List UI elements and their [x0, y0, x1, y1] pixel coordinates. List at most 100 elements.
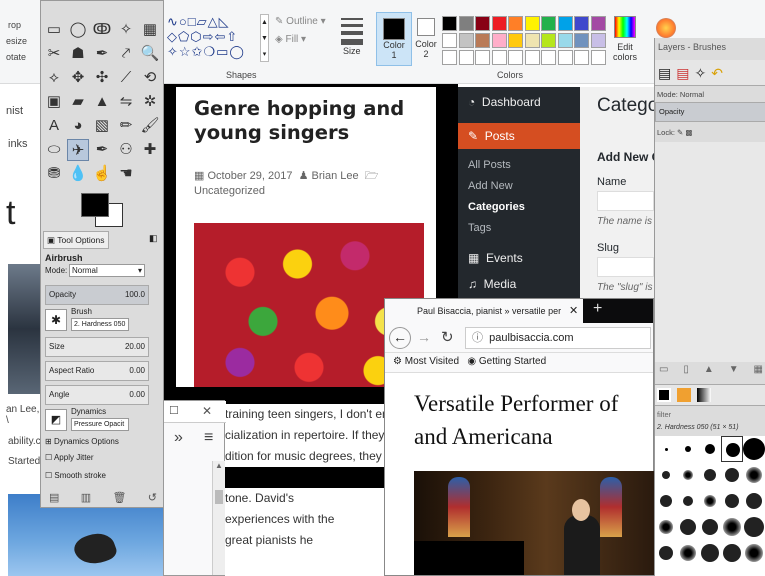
dynamics-options-expander[interactable]: ⊞ Dynamics Options: [45, 437, 119, 446]
brush-cell[interactable]: [699, 514, 721, 540]
lasso-icon[interactable]: ↂ: [91, 19, 113, 41]
shapes-scroll-icon[interactable]: ▲ ▼ ▾: [260, 14, 269, 62]
submenu-categories[interactable]: Categories: [468, 201, 525, 213]
scissors-icon[interactable]: ✂: [43, 43, 65, 65]
tab-close-icon[interactable]: ✕: [569, 304, 578, 317]
ribbon-partial-label[interactable]: otate: [6, 52, 26, 62]
url-bar[interactable]: ⓘ paulbisaccia.com: [465, 327, 651, 349]
brush-cell[interactable]: [699, 436, 721, 462]
angle-slider[interactable]: Angle 0.00: [45, 385, 149, 405]
dynamics-select[interactable]: Pressure Opacit: [71, 418, 129, 431]
post-category[interactable]: Uncategorized: [194, 185, 265, 197]
custom-color-slot[interactable]: [508, 50, 523, 65]
brush-cell[interactable]: [721, 514, 743, 540]
eraser-icon[interactable]: ⬭: [43, 139, 65, 161]
custom-color-slot[interactable]: [442, 50, 457, 65]
shapes-gallery[interactable]: ∿○□▱△◺ ◇⬠⬡⇨⇦⇧ ✧☆✩❍▭◯: [167, 14, 265, 64]
close-icon[interactable]: ✕: [202, 404, 212, 418]
fuzzy-select-icon[interactable]: ✧: [115, 19, 137, 41]
perspective-clone-icon[interactable]: ⛃: [43, 163, 65, 185]
lock-pixels-icon[interactable]: ✎: [677, 128, 683, 137]
brush-cell[interactable]: [699, 540, 721, 566]
outline-button[interactable]: ✎ Outline ▾: [275, 16, 326, 27]
post-title[interactable]: Genre hopping and young singers: [194, 97, 424, 145]
custom-color-slot[interactable]: [541, 50, 556, 65]
brush-cell[interactable]: [655, 488, 677, 514]
size-slider[interactable]: Size 20.00: [45, 337, 149, 357]
brush-cell[interactable]: [743, 462, 765, 488]
smudge-icon[interactable]: ☝: [91, 163, 113, 185]
submenu-all-posts[interactable]: All Posts: [468, 159, 511, 171]
reload-icon[interactable]: ↻: [441, 328, 454, 346]
save-preset-icon[interactable]: ▤: [49, 491, 59, 504]
palette-swatch[interactable]: [475, 33, 490, 48]
brush-cell[interactable]: [655, 436, 677, 462]
scroll-thumb[interactable]: [215, 490, 223, 504]
text-icon[interactable]: A: [43, 115, 65, 137]
palette-swatch[interactable]: [508, 16, 523, 31]
brush-cell[interactable]: [743, 488, 765, 514]
custom-color-slot[interactable]: [590, 50, 606, 65]
clone-icon[interactable]: ⚇: [115, 139, 137, 161]
ink-icon[interactable]: ✒: [91, 139, 113, 161]
layer-mode[interactable]: Mode: Normal: [657, 90, 704, 99]
palette-swatch[interactable]: [524, 16, 540, 31]
bookmark-getting-started[interactable]: ◉ Getting Started: [467, 356, 546, 367]
lock-alpha-icon[interactable]: ▩: [685, 128, 692, 137]
brush-cell[interactable]: [721, 488, 743, 514]
color1-button[interactable]: Color 1: [376, 12, 412, 66]
crop-icon[interactable]: ⟋: [115, 67, 137, 89]
perspective-icon[interactable]: ▲: [91, 91, 113, 113]
palette-swatch[interactable]: [541, 33, 556, 48]
bookmark-most-visited[interactable]: ⚙ Most Visited: [393, 356, 459, 367]
brush-cell[interactable]: [655, 462, 677, 488]
palette-swatch[interactable]: [491, 33, 507, 48]
palette-swatch[interactable]: [442, 33, 457, 48]
paths-icon[interactable]: ✒: [91, 43, 113, 65]
palette-swatch[interactable]: [557, 33, 573, 48]
scroll-up-icon[interactable]: ▲: [213, 461, 225, 470]
rotate-icon[interactable]: ⟲: [139, 67, 161, 89]
palette-swatch[interactable]: [524, 33, 540, 48]
heal-icon[interactable]: ✚: [139, 139, 161, 161]
brush-cell[interactable]: [721, 436, 743, 462]
custom-color-slot[interactable]: [458, 50, 474, 65]
forward-icon[interactable]: →: [417, 329, 431, 345]
submenu-tags[interactable]: Tags: [468, 222, 491, 234]
overflow-chevron-icon[interactable]: »: [174, 429, 183, 447]
palette-swatch[interactable]: [590, 16, 606, 31]
blend-icon[interactable]: ▧: [91, 115, 113, 137]
raise-layer-icon[interactable]: ▲: [704, 364, 714, 375]
opacity-slider[interactable]: Opacity 100.0: [45, 285, 149, 305]
mode-select[interactable]: Normal ▾: [69, 264, 145, 277]
patterns-tab-icon[interactable]: [677, 388, 691, 402]
brush-cell[interactable]: [743, 436, 765, 462]
bucket-fill-icon[interactable]: ◕: [67, 115, 89, 137]
palette-swatch[interactable]: [508, 33, 523, 48]
fg-bg-colors[interactable]: [81, 193, 123, 227]
smooth-stroke-checkbox[interactable]: ☐ Smooth stroke: [45, 471, 106, 480]
palette-swatch[interactable]: [491, 16, 507, 31]
palette-swatch[interactable]: [590, 33, 606, 48]
reset-icon[interactable]: ↺: [148, 491, 157, 504]
hamburger-menu-icon[interactable]: ≡: [204, 429, 213, 447]
ellipse-select-icon[interactable]: ◯: [67, 19, 89, 41]
post-author[interactable]: Brian Lee: [312, 170, 359, 182]
color2-button[interactable]: Color 2: [414, 12, 438, 66]
brush-cell[interactable]: [677, 488, 699, 514]
new-layer-icon[interactable]: ▭: [659, 364, 668, 375]
move-icon[interactable]: ✥: [67, 67, 89, 89]
paintbrush-icon[interactable]: 🖌: [139, 115, 161, 137]
ribbon-partial-label[interactable]: esize: [6, 36, 27, 46]
layer-opacity-slider[interactable]: Opacity: [655, 102, 765, 122]
brush-grid[interactable]: [655, 436, 765, 576]
rect-select-icon[interactable]: ▭: [43, 19, 65, 41]
custom-color-slot[interactable]: [557, 50, 573, 65]
scale-icon[interactable]: ▣: [43, 91, 65, 113]
color-select-icon[interactable]: ▦: [139, 19, 161, 41]
align-icon[interactable]: ✣: [91, 67, 113, 89]
brush-cell[interactable]: [677, 462, 699, 488]
brush-cell[interactable]: [743, 514, 765, 540]
edit-colors-button[interactable]: Edit colors: [610, 14, 640, 66]
palette-swatch[interactable]: [458, 33, 474, 48]
